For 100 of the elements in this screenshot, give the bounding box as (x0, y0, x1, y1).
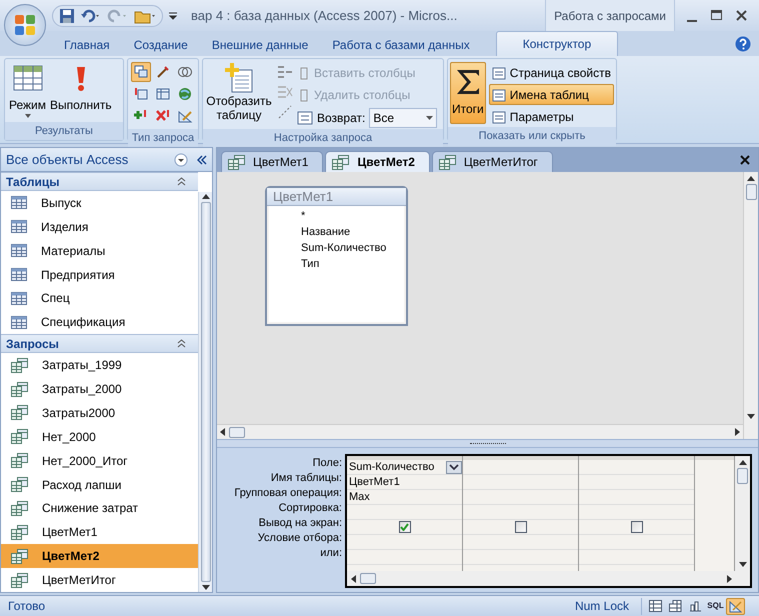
query-icon (438, 154, 456, 170)
pivot-table-icon (669, 600, 682, 612)
ribbon-tab[interactable]: Создание (122, 34, 200, 56)
maximize-button[interactable] (711, 10, 722, 20)
builder-icon (277, 104, 293, 120)
scroll-left-icon[interactable] (351, 574, 356, 582)
vertical-scrollbar[interactable] (198, 192, 212, 592)
show-table-button[interactable]: Отобразить таблицу (205, 62, 273, 122)
field-list-item[interactable]: Название (301, 224, 404, 240)
show-hide-button[interactable]: Параметры (488, 106, 614, 127)
delete-rows-icon (277, 84, 293, 100)
view-button[interactable]: Режим (9, 65, 46, 118)
undo-icon[interactable] (80, 8, 102, 24)
checkmark-icon (400, 523, 409, 531)
nav-item[interactable]: ЦветМетИтог (1, 568, 198, 592)
field-list-item[interactable]: Sum-Количество (301, 240, 404, 256)
scroll-thumb[interactable] (360, 573, 376, 584)
ribbon-tab[interactable]: Конструктор (496, 31, 618, 56)
query-icon (11, 405, 28, 420)
sheet-icon (492, 110, 507, 124)
nav-item[interactable]: Спец (1, 286, 198, 310)
scroll-thumb[interactable] (200, 202, 210, 582)
show-hide-button[interactable]: Страница свойств (488, 62, 614, 83)
show-hide-button[interactable]: Имена таблиц (488, 84, 614, 105)
save-icon[interactable] (59, 8, 75, 24)
scroll-right-icon[interactable] (735, 428, 740, 436)
query-icon (11, 500, 28, 516)
scroll-down-icon[interactable] (202, 585, 210, 590)
table-add-icon (133, 86, 149, 102)
show-checkbox[interactable] (514, 521, 526, 533)
document-tab[interactable]: ЦветМет1 (221, 151, 324, 172)
query-icon (11, 548, 28, 564)
grid-row-label: Поле: (312, 456, 342, 471)
scroll-right-icon[interactable] (727, 574, 732, 582)
nav-item[interactable]: Снижение затрат (1, 496, 198, 520)
view-switch-button[interactable] (726, 598, 745, 614)
nav-item[interactable]: ЦветМет2 (1, 544, 198, 568)
grid-row-label: Групповая операция: (234, 486, 342, 501)
field-list-title: ЦветМет1 (267, 188, 406, 206)
close-icon[interactable] (736, 10, 747, 20)
datasheet-icon (12, 65, 42, 93)
grid-cell[interactable]: ЦветМет1 (349, 474, 400, 490)
nav-item[interactable]: Предприятия (1, 262, 198, 286)
scroll-down-icon[interactable] (738, 562, 746, 567)
scroll-thumb[interactable] (229, 426, 245, 438)
nav-item[interactable]: Изделия (1, 214, 198, 239)
run-button[interactable]: Выполнить (50, 65, 112, 114)
nav-item[interactable]: Спецификация (1, 310, 198, 334)
nav-item[interactable]: Выпуск (1, 191, 198, 215)
nav-item[interactable]: Нет_2000 (1, 424, 198, 449)
help-icon[interactable] (735, 36, 751, 52)
scroll-up-icon[interactable] (747, 176, 755, 181)
nav-item[interactable]: Нет_2000_Итог (1, 448, 198, 473)
scroll-up-icon[interactable] (738, 460, 746, 465)
design-view-icon (729, 600, 742, 612)
document-tab[interactable]: ЦветМет2 (325, 151, 430, 172)
scroll-thumb[interactable] (737, 468, 748, 484)
close-icon[interactable] (740, 155, 750, 165)
query-type-button[interactable] (131, 62, 151, 82)
collapse-group-icon[interactable] (177, 339, 186, 348)
totals-button[interactable]: Итоги (450, 62, 486, 124)
nav-item[interactable]: Затраты_2000 (1, 377, 198, 401)
grid-row-label: Вывод на экран: (258, 516, 342, 531)
view-switch-button[interactable] (646, 598, 665, 614)
nav-item[interactable]: Расход лапши (1, 472, 198, 496)
return-label: Возврат: (317, 110, 366, 127)
grid-icon (155, 86, 171, 102)
field-list-item[interactable]: * (301, 208, 404, 224)
field-list-item[interactable]: Тип (301, 256, 404, 272)
vertical-scrollbar[interactable] (735, 456, 750, 571)
ribbon-tab[interactable]: Внешние данные (200, 34, 320, 56)
nav-item[interactable]: Затраты_1999 (1, 353, 198, 378)
collapse-group-icon[interactable] (177, 177, 186, 186)
customize-toolbar-icon[interactable] (169, 10, 177, 20)
vertical-scrollbar[interactable] (743, 172, 758, 439)
scroll-down-icon[interactable] (747, 414, 755, 419)
ribbon-tab[interactable]: Главная (52, 34, 122, 56)
nav-item[interactable]: Затраты2000 (1, 401, 198, 425)
query-icon (11, 477, 28, 492)
document-tab[interactable]: ЦветМетИтог (432, 151, 553, 172)
ribbon-tab[interactable]: Работа с базами данных (320, 34, 482, 56)
query-icon (11, 572, 28, 588)
show-checkbox[interactable] (630, 521, 642, 533)
nav-item[interactable]: Материалы (1, 238, 198, 263)
collapse-pane-icon[interactable] (196, 154, 208, 164)
sheet-icon (492, 88, 507, 102)
scroll-left-icon[interactable] (220, 428, 225, 436)
window-title: вар 4 : база данных (Access 2007) - Micros... (191, 6, 458, 25)
horizontal-scrollbar[interactable] (217, 424, 743, 439)
field-dropdown[interactable]: Sum-Количество (347, 460, 462, 474)
return-dropdown[interactable]: Все (369, 108, 438, 128)
query-icon (228, 154, 245, 170)
nav-item[interactable]: ЦветМет1 (1, 520, 198, 544)
view-switch-button[interactable]: SQL (706, 598, 725, 614)
scroll-up-icon[interactable] (202, 194, 210, 199)
show-checkbox[interactable] (398, 521, 410, 533)
scroll-thumb[interactable] (746, 184, 756, 200)
horizontal-scrollbar[interactable] (347, 571, 750, 586)
chart-icon (689, 600, 702, 612)
grid-cell[interactable]: Max (349, 488, 370, 506)
